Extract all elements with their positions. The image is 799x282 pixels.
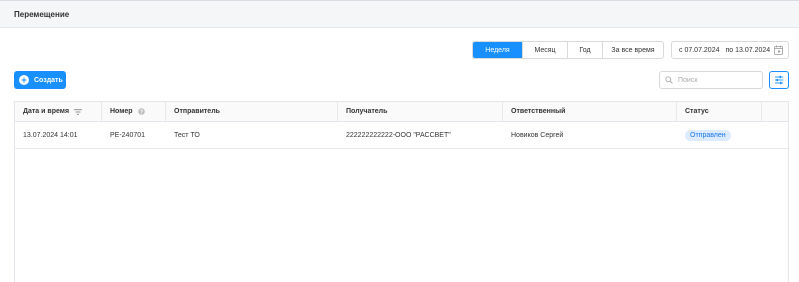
plus-circle-icon: + <box>19 75 29 85</box>
create-button[interactable]: + Создать <box>14 71 66 89</box>
date-to: по 13.07.2024 <box>725 46 771 54</box>
table-header: Дата и время Номер ? Отправитель Получат… <box>15 102 788 122</box>
date-from: с 07.07.2024 <box>679 46 720 54</box>
help-icon[interactable]: ? <box>137 108 145 115</box>
column-header-status[interactable]: Статус <box>677 102 762 121</box>
tab-year[interactable]: Год <box>567 42 602 58</box>
tab-all-time[interactable]: За все время <box>602 42 663 58</box>
column-header-number[interactable]: Номер ? <box>102 102 166 121</box>
search-box[interactable] <box>659 71 763 89</box>
sliders-icon <box>775 75 783 85</box>
page-header: Перемещение <box>0 0 799 28</box>
cell-recipient: 222222222222-ООО "РАССВЕТ" <box>346 131 451 139</box>
date-range-picker[interactable]: с 07.07.2024 по 13.07.2024 <box>671 41 789 59</box>
cell-number: PE-240701 <box>110 131 146 139</box>
page-title: Перемещение <box>14 10 70 19</box>
column-header-datetime[interactable]: Дата и время <box>15 102 102 121</box>
column-header-responsible[interactable]: Ответственный <box>503 102 677 121</box>
column-header-recipient[interactable]: Получатель <box>338 102 503 121</box>
create-button-label: Создать <box>34 76 63 84</box>
search-input[interactable] <box>678 76 758 84</box>
cell-responsible: Новиков Сергей <box>511 131 564 139</box>
sort-icon[interactable] <box>74 108 83 115</box>
calendar-icon <box>774 45 783 55</box>
transfers-table: Дата и время Номер ? Отправитель Получат… <box>14 101 789 282</box>
cell-sender: Тест ТО <box>174 131 200 139</box>
table-row[interactable]: 13.07.2024 14:01 PE-240701 Тест ТО 22222… <box>15 122 788 149</box>
tab-month[interactable]: Месяц <box>522 42 567 58</box>
column-settings-button[interactable] <box>769 71 789 89</box>
status-badge: Отправлен <box>685 129 731 141</box>
cell-datetime: 13.07.2024 14:01 <box>23 131 78 139</box>
svg-text:?: ? <box>140 109 143 115</box>
cell-status: Отправлен <box>677 122 762 148</box>
column-header-sender[interactable]: Отправитель <box>166 102 338 121</box>
search-icon <box>665 76 673 84</box>
column-header-actions <box>762 102 788 121</box>
tab-week[interactable]: Неделя <box>473 42 522 58</box>
period-selector: Неделя Месяц Год За все время <box>472 41 664 59</box>
